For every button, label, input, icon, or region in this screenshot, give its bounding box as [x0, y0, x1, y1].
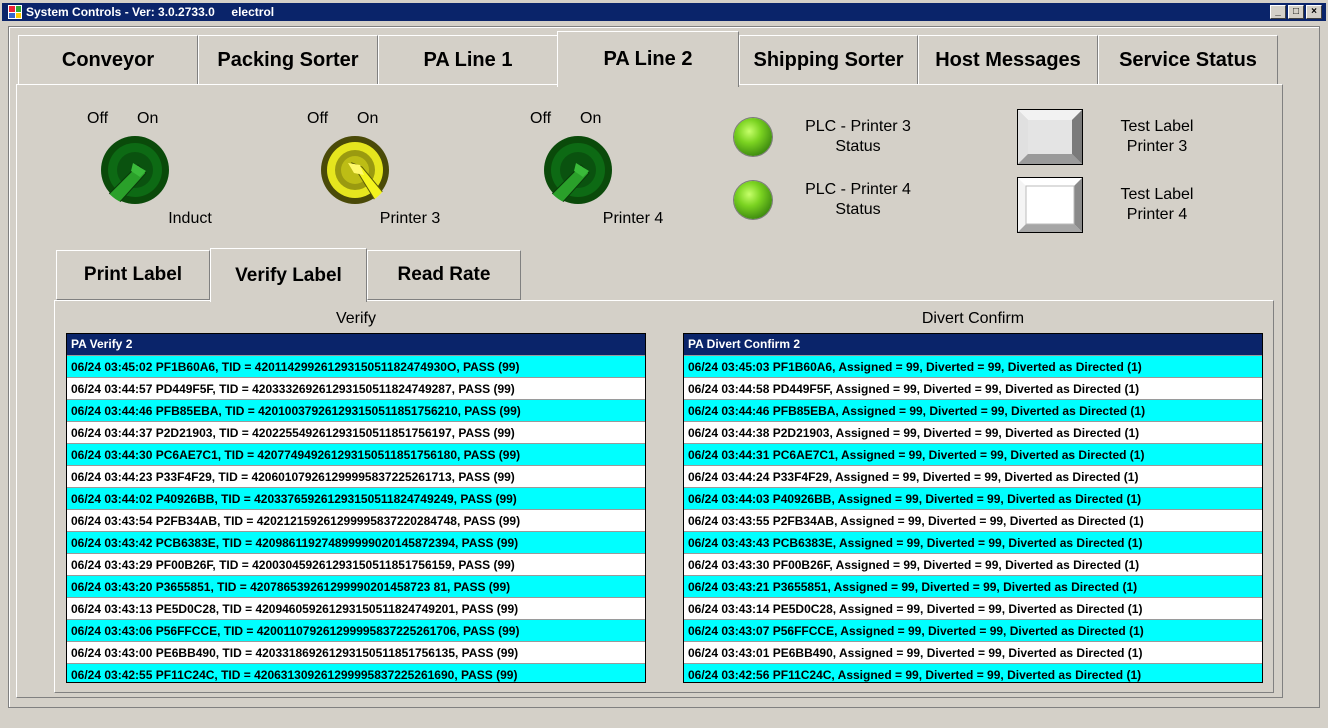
list-item[interactable]: 06/24 03:43:01 PE6BB490, Assigned = 99, …	[684, 641, 1262, 663]
list-item[interactable]: 06/24 03:43:06 P56FFCCE, TID = 420011079…	[67, 619, 645, 641]
minimize-button[interactable]: _	[1270, 5, 1286, 19]
list-item[interactable]: 06/24 03:44:58 PD449F5F, Assigned = 99, …	[684, 377, 1262, 399]
induct-label: Induct	[168, 210, 212, 227]
led-line-1: PLC - Printer 4	[805, 181, 911, 198]
off-label: Off	[307, 110, 329, 127]
toggle-knob-icon	[321, 136, 390, 205]
list-item[interactable]: 06/24 03:44:46 PFB85EBA, TID = 420100379…	[67, 399, 645, 421]
list-item[interactable]: 06/24 03:43:13 PE5D0C28, TID = 420946059…	[67, 597, 645, 619]
btn-line-2: Printer 3	[1126, 138, 1188, 155]
list-item[interactable]: 06/24 03:44:24 P33F4F29, Assigned = 99, …	[684, 465, 1262, 487]
toggle-knob-icon	[100, 136, 169, 205]
list-item[interactable]: 06/24 03:43:20 P3655851, TID = 420786539…	[67, 575, 645, 597]
list-item[interactable]: 06/24 03:44:38 P2D21903, Assigned = 99, …	[684, 421, 1262, 443]
tab-pa-line-2[interactable]: PA Line 2	[557, 31, 739, 87]
led-line-2: Status	[835, 138, 881, 155]
list-item[interactable]: 06/24 03:43:00 PE6BB490, TID = 420331869…	[67, 641, 645, 663]
verify-group-title: Verify	[335, 310, 376, 327]
led-line-1: PLC - Printer 3	[805, 118, 911, 135]
list-item[interactable]: 06/24 03:44:30 PC6AE7C1, TID = 420774949…	[67, 443, 645, 465]
subtab-print-label[interactable]: Print Label	[56, 250, 210, 300]
btn-line-1: Test Label	[1120, 118, 1194, 135]
list-item[interactable]: 06/24 03:45:03 PF1B60A6, Assigned = 99, …	[684, 355, 1262, 377]
maximize-button[interactable]: □	[1288, 5, 1304, 19]
list-item[interactable]: 06/24 03:43:43 PCB6383E, Assigned = 99, …	[684, 531, 1262, 553]
verify-list[interactable]: PA Verify 2 06/24 03:45:02 PF1B60A6, TID…	[66, 333, 646, 683]
plc-printer-3-status-label: PLC - Printer 3 Status	[778, 117, 938, 157]
on-label: On	[580, 110, 602, 127]
list-item[interactable]: 06/24 03:44:37 P2D21903, TID = 420225549…	[67, 421, 645, 443]
bevel-icon	[1018, 110, 1082, 164]
list-item[interactable]: 06/24 03:44:46 PFB85EBA, Assigned = 99, …	[684, 399, 1262, 421]
list-item[interactable]: 06/24 03:42:56 PF11C24C, Assigned = 99, …	[684, 663, 1262, 682]
test-label-printer-3-label: Test Label Printer 3	[1097, 117, 1217, 157]
off-label: Off	[530, 110, 552, 127]
plc-printer-4-status-led	[734, 181, 772, 219]
induct-toggle[interactable]: Off On Induct	[70, 110, 212, 250]
bevel-icon	[1018, 178, 1082, 232]
list-item[interactable]: 06/24 03:43:14 PE5D0C28, Assigned = 99, …	[684, 597, 1262, 619]
toggle-knob-icon	[543, 136, 612, 205]
title-bar[interactable]: System Controls - Ver: 3.0.2733.0 electr…	[2, 3, 1326, 21]
test-label-printer-3-button[interactable]	[1017, 109, 1083, 165]
printer-3-toggle[interactable]: Off On Printer 3	[290, 110, 440, 250]
list-item[interactable]: 06/24 03:44:03 P40926BB, Assigned = 99, …	[684, 487, 1262, 509]
divert-confirm-group-title: Divert Confirm	[921, 310, 1025, 327]
subtab-read-rate[interactable]: Read Rate	[367, 250, 521, 300]
btn-line-2: Printer 4	[1126, 206, 1188, 223]
tab-service-status[interactable]: Service Status	[1098, 35, 1278, 85]
subtab-verify-label[interactable]: Verify Label	[210, 248, 367, 302]
plc-printer-3-status-led	[734, 118, 772, 156]
tab-host-messages[interactable]: Host Messages	[918, 35, 1098, 85]
list-header: PA Verify 2	[67, 334, 645, 355]
window-title: System Controls - Ver: 3.0.2733.0 electr…	[26, 5, 275, 19]
list-item[interactable]: 06/24 03:44:02 P40926BB, TID = 420337659…	[67, 487, 645, 509]
divert-confirm-list[interactable]: PA Divert Confirm 2 06/24 03:45:03 PF1B6…	[683, 333, 1263, 683]
plc-printer-4-status-label: PLC - Printer 4 Status	[778, 180, 938, 220]
list-item[interactable]: 06/24 03:43:30 PF00B26F, Assigned = 99, …	[684, 553, 1262, 575]
list-item[interactable]: 06/24 03:43:55 P2FB34AB, Assigned = 99, …	[684, 509, 1262, 531]
list-header: PA Divert Confirm 2	[684, 334, 1262, 355]
on-label: On	[357, 110, 379, 127]
list-item[interactable]: 06/24 03:43:54 P2FB34AB, TID = 420212159…	[67, 509, 645, 531]
on-label: On	[137, 110, 159, 127]
btn-line-1: Test Label	[1120, 186, 1194, 203]
list-item[interactable]: 06/24 03:44:57 PD449F5F, TID = 420333269…	[67, 377, 645, 399]
tab-packing-sorter[interactable]: Packing Sorter	[198, 35, 378, 85]
tab-shipping-sorter[interactable]: Shipping Sorter	[739, 35, 918, 85]
printer-4-toggle[interactable]: Off On Printer 4	[513, 110, 663, 250]
list-item[interactable]: 06/24 03:43:42 PCB6383E, TID = 420986119…	[67, 531, 645, 553]
tab-pa-line-1[interactable]: PA Line 1	[378, 35, 558, 85]
test-label-printer-4-label: Test Label Printer 4	[1097, 185, 1217, 225]
list-item[interactable]: 06/24 03:44:31 PC6AE7C1, Assigned = 99, …	[684, 443, 1262, 465]
application-window: System Controls - Ver: 3.0.2733.0 electr…	[0, 0, 1328, 728]
printer-4-label: Printer 4	[602, 210, 664, 227]
app-icon	[8, 5, 22, 19]
list-item[interactable]: 06/24 03:44:23 P33F4F29, TID = 420601079…	[67, 465, 645, 487]
list-item[interactable]: 06/24 03:45:02 PF1B60A6, TID = 420114299…	[67, 355, 645, 377]
led-line-2: Status	[835, 201, 881, 218]
printer-3-label: Printer 3	[379, 210, 441, 227]
close-button[interactable]: ×	[1306, 5, 1322, 19]
list-item[interactable]: 06/24 03:43:07 P56FFCCE, Assigned = 99, …	[684, 619, 1262, 641]
tab-conveyor[interactable]: Conveyor	[18, 35, 198, 85]
list-item[interactable]: 06/24 03:42:55 PF11C24C, TID = 420631309…	[67, 663, 645, 682]
list-item[interactable]: 06/24 03:43:29 PF00B26F, TID = 420030459…	[67, 553, 645, 575]
test-label-printer-4-button[interactable]	[1017, 177, 1083, 233]
off-label: Off	[87, 110, 109, 127]
list-item[interactable]: 06/24 03:43:21 P3655851, Assigned = 99, …	[684, 575, 1262, 597]
